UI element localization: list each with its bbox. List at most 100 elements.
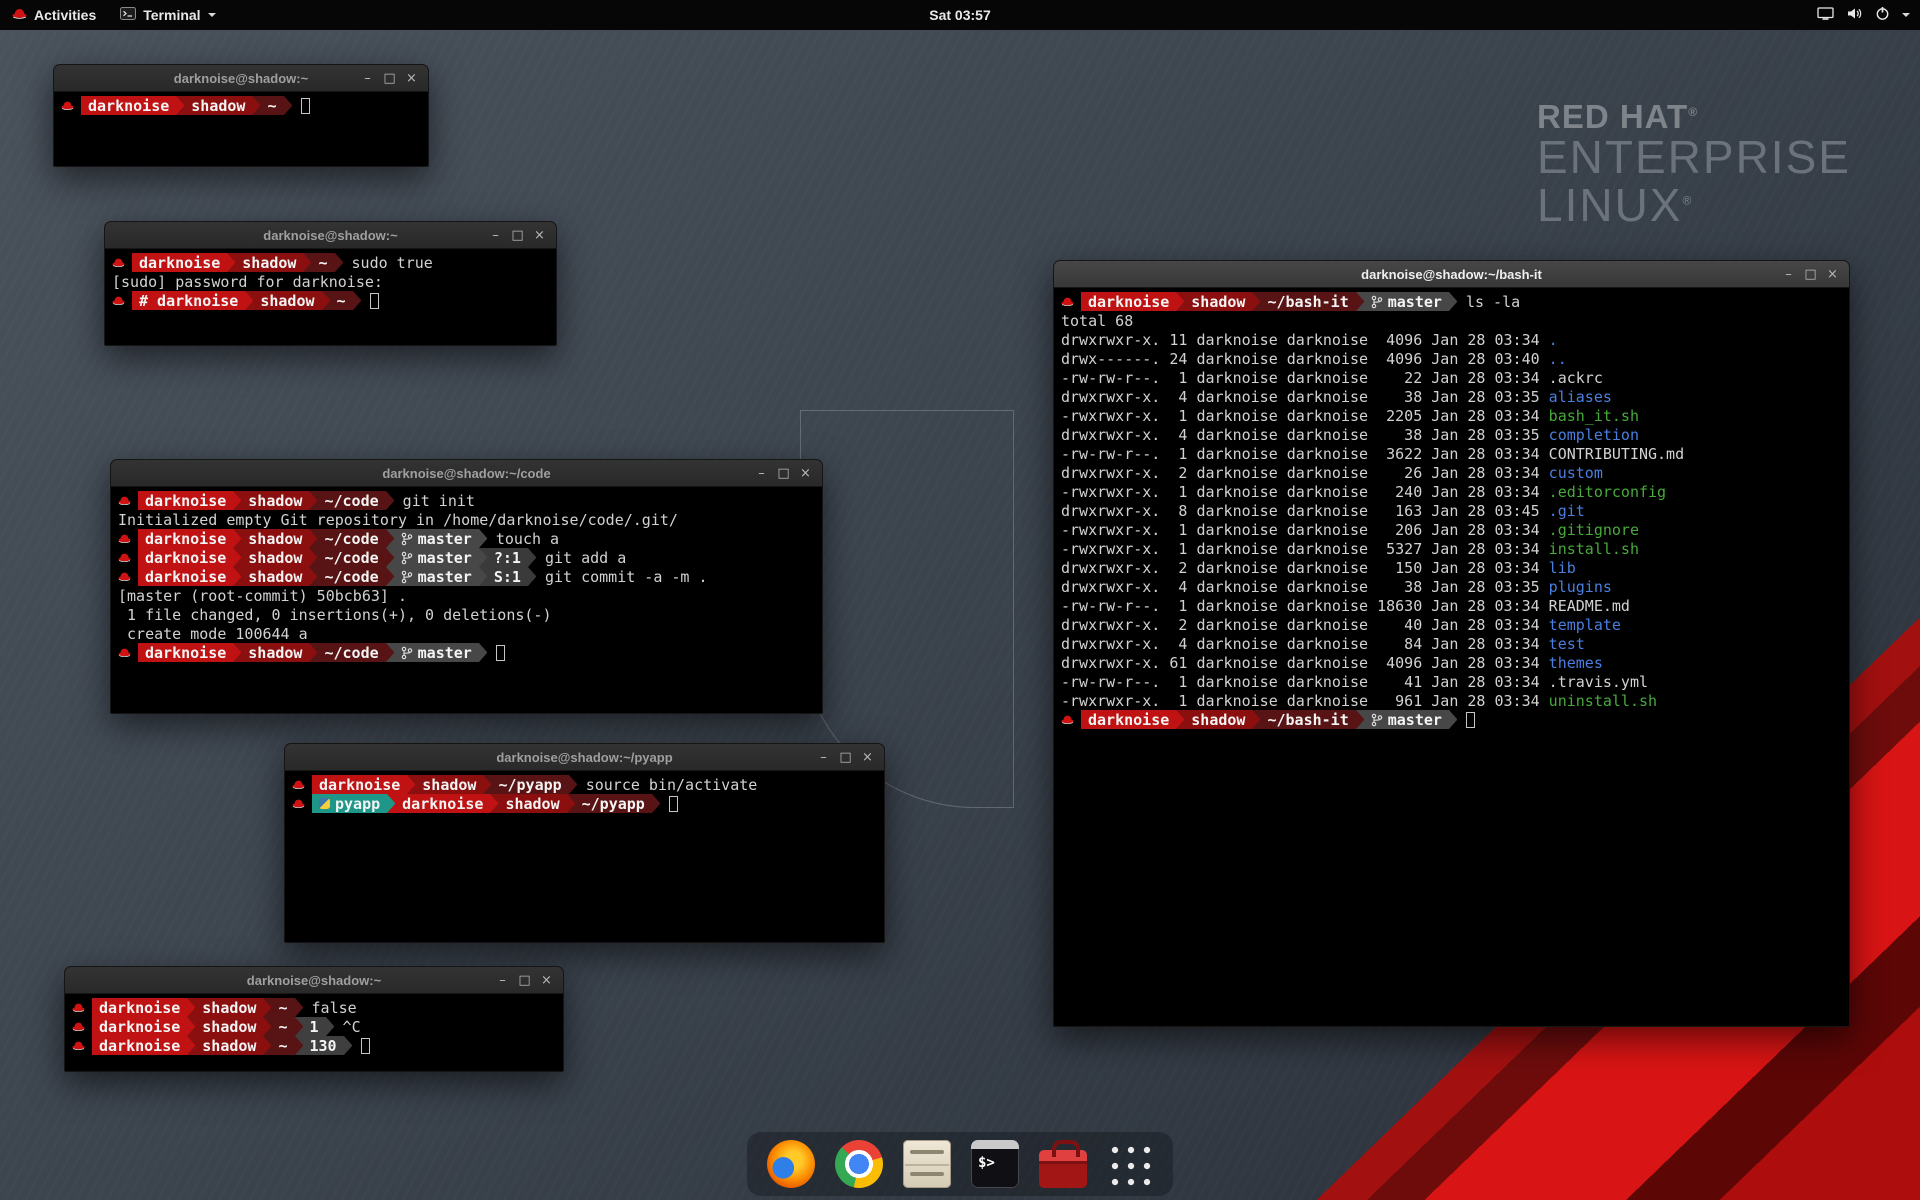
maximize-button[interactable]: □: [1801, 265, 1820, 284]
prompt-segment: ~/code: [317, 529, 385, 548]
file-name: test: [1549, 635, 1585, 653]
maximize-button[interactable]: □: [836, 748, 855, 767]
window-titlebar[interactable]: darknoise@shadow:~ – □ ×: [105, 222, 556, 249]
redhat-prompt-icon: [1061, 296, 1074, 307]
redhat-prompt-icon: [118, 647, 131, 658]
terminal-line: # darknoiseshadow~: [112, 291, 549, 310]
brand-line-3: LINUX: [1537, 179, 1682, 231]
maximize-button[interactable]: □: [515, 971, 534, 990]
terminal-content[interactable]: darknoiseshadow~/code git initInitialize…: [111, 487, 822, 666]
redhat-prompt-icon: [72, 1002, 85, 1013]
terminal-text: 1 file changed, 0 insertions(+), 0 delet…: [118, 606, 551, 624]
show-applications-icon[interactable]: [1107, 1142, 1153, 1188]
prompt-segment: # darknoise: [132, 291, 245, 310]
minimize-button[interactable]: –: [1779, 265, 1798, 284]
terminal-text: touch a: [487, 530, 559, 548]
powerline-separator: [187, 998, 195, 1017]
powerline-separator: [1176, 292, 1184, 311]
terminal-content[interactable]: darknoiseshadow~ sudo true[sudo] passwor…: [105, 249, 556, 314]
window-titlebar[interactable]: darknoise@shadow:~ – □ ×: [65, 967, 563, 994]
terminal-text: ^C: [334, 1018, 361, 1036]
prompt-segment: master: [394, 643, 479, 662]
terminal-cursor: [1466, 712, 1475, 728]
terminal-icon[interactable]: $>: [971, 1140, 1019, 1188]
powerline-separator: [479, 529, 487, 548]
prompt-segment: darknoise: [138, 529, 233, 548]
file-name: bash_it.sh: [1549, 407, 1639, 425]
firefox-icon[interactable]: [767, 1140, 815, 1188]
terminal-cursor: [370, 293, 379, 309]
powerline-separator: [483, 775, 491, 794]
prompt-segment: ~/pyapp: [491, 775, 568, 794]
display-icon: [1817, 6, 1834, 24]
terminal-glyph: $>: [978, 1155, 995, 1171]
window-titlebar[interactable]: darknoise@shadow:~ – □ ×: [54, 65, 428, 92]
minimize-button[interactable]: –: [814, 748, 833, 767]
powerline-separator: [479, 548, 487, 567]
toolbox-icon[interactable]: [1039, 1150, 1087, 1188]
terminal-text: drwxrwxr-x. 4 darknoise darknoise 38 Jan…: [1061, 388, 1549, 406]
terminal-line: [master (root-commit) 50bcb63] .: [118, 586, 815, 605]
redhat-prompt-icon: [1061, 714, 1074, 725]
powerline-separator: [263, 1017, 271, 1036]
close-button[interactable]: ×: [402, 69, 421, 88]
powerline-separator: [326, 1017, 334, 1036]
prompt-segment: darknoise: [1081, 710, 1176, 729]
terminal-line: -rwxrwxr-x. 1 darknoise darknoise 2205 J…: [1061, 406, 1842, 425]
maximize-button[interactable]: □: [508, 226, 527, 245]
maximize-button[interactable]: □: [774, 464, 793, 483]
powerline-separator: [252, 96, 260, 115]
powerline-separator: [284, 96, 292, 115]
powerline-separator: [335, 253, 343, 272]
terminal-line: darknoiseshadow~1 ^C: [72, 1017, 556, 1036]
python-icon: [319, 798, 330, 809]
minimize-button[interactable]: –: [752, 464, 771, 483]
close-button[interactable]: ×: [537, 971, 556, 990]
close-button[interactable]: ×: [530, 226, 549, 245]
powerline-separator: [386, 567, 394, 586]
window-title: darknoise@shadow:~/code: [111, 466, 822, 481]
maximize-button[interactable]: □: [380, 69, 399, 88]
terminal-text: create mode 100644 a: [118, 625, 308, 643]
volume-icon: [1846, 6, 1863, 24]
minimize-button[interactable]: –: [486, 226, 505, 245]
files-icon[interactable]: [903, 1140, 951, 1188]
activities-button[interactable]: Activities: [0, 0, 108, 30]
minimize-button[interactable]: –: [493, 971, 512, 990]
terminal-line: pyappdarknoiseshadow~/pyapp: [292, 794, 877, 813]
window-controls: – □ ×: [1779, 265, 1849, 284]
terminal-content[interactable]: darknoiseshadow~/pyapp source bin/activa…: [285, 771, 884, 817]
terminal-text: false: [303, 999, 357, 1017]
terminal-content[interactable]: darknoiseshadow~/bash-itmaster ls -latot…: [1054, 288, 1849, 733]
terminal-text: -rw-rw-r--. 1 darknoise darknoise 22 Jan…: [1061, 369, 1603, 387]
prompt-segment: shadow: [253, 291, 321, 310]
chrome-icon[interactable]: [835, 1140, 883, 1188]
close-button[interactable]: ×: [858, 748, 877, 767]
terminal-text: drwxrwxr-x. 2 darknoise darknoise 40 Jan…: [1061, 616, 1549, 634]
prompt-segment: darknoise: [92, 1017, 187, 1036]
terminal-content[interactable]: darknoiseshadow~ falsedarknoiseshadow~1 …: [65, 994, 563, 1059]
powerline-separator: [490, 794, 498, 813]
powerline-separator: [233, 567, 241, 586]
close-button[interactable]: ×: [796, 464, 815, 483]
terminal-window: darknoise@shadow:~ – □ × darknoiseshadow…: [53, 64, 429, 167]
terminal-content[interactable]: darknoiseshadow~: [54, 92, 428, 119]
terminal-line: darknoiseshadow~/codemaster: [118, 643, 815, 662]
window-titlebar[interactable]: darknoise@shadow:~/code – □ ×: [111, 460, 822, 487]
status-area[interactable]: [1817, 0, 1920, 30]
redhat-prompt-icon: [292, 779, 305, 790]
terminal-line: -rw-rw-r--. 1 darknoise darknoise 41 Jan…: [1061, 672, 1842, 691]
terminal-app-icon: [120, 7, 136, 23]
close-button[interactable]: ×: [1823, 265, 1842, 284]
terminal-text: drwxrwxr-x. 8 darknoise darknoise 163 Ja…: [1061, 502, 1549, 520]
window-titlebar[interactable]: darknoise@shadow:~/bash-it – □ ×: [1054, 261, 1849, 288]
terminal-text: [sudo] password for darknoise:: [112, 273, 392, 291]
clock[interactable]: Sat 03:57: [929, 7, 990, 23]
window-titlebar[interactable]: darknoise@shadow:~/pyapp – □ ×: [285, 744, 884, 771]
app-menu[interactable]: Terminal: [108, 0, 227, 30]
minimize-button[interactable]: –: [358, 69, 377, 88]
terminal-text: -rwxrwxr-x. 1 darknoise darknoise 961 Ja…: [1061, 692, 1549, 710]
terminal-text: drwxrwxr-x. 2 darknoise darknoise 150 Ja…: [1061, 559, 1549, 577]
terminal-line: drwxrwxr-x. 61 darknoise darknoise 4096 …: [1061, 653, 1842, 672]
powerline-separator: [479, 567, 487, 586]
